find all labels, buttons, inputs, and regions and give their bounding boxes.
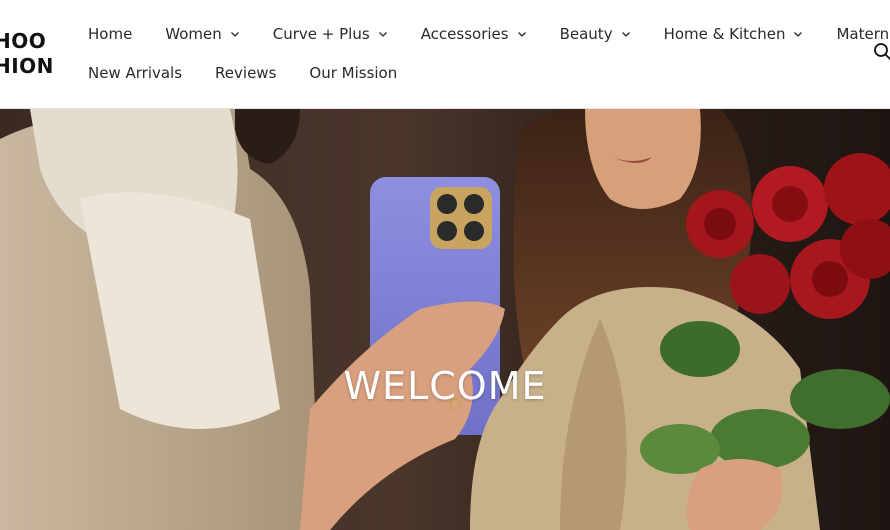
nav-women[interactable]: Women xyxy=(165,25,239,43)
nav-home-kitchen[interactable]: Home & Kitchen xyxy=(664,25,804,43)
logo-line-1: HOO xyxy=(0,29,47,53)
nav-label: Home xyxy=(88,25,133,43)
hero-banner[interactable]: WELCOME xyxy=(0,109,890,530)
nav-curve-plus[interactable]: Curve + Plus xyxy=(273,25,388,43)
nav-maternity[interactable]: Maternity xyxy=(836,25,890,43)
chevron-down-icon xyxy=(378,29,388,39)
nav-label: Maternity xyxy=(836,25,890,43)
chevron-down-icon xyxy=(621,29,631,39)
nav-label: New Arrivals xyxy=(88,64,183,82)
nav-label: Accessories xyxy=(420,25,509,43)
nav-reviews[interactable]: Reviews xyxy=(215,64,276,82)
nav-beauty[interactable]: Beauty xyxy=(560,25,631,43)
nav-row-primary: Home Women Curve + Plus Accessories Beau… xyxy=(88,22,890,46)
nav-label: Reviews xyxy=(215,64,277,82)
nav-new-arrivals[interactable]: New Arrivals xyxy=(88,64,182,82)
hero-heading: WELCOME xyxy=(343,364,547,409)
chevron-down-icon xyxy=(517,29,527,39)
main-navigation: Home Women Curve + Plus Accessories Beau… xyxy=(88,22,890,82)
chevron-down-icon xyxy=(793,29,803,39)
site-header: HOO HION Home Women Curve + Plus Accesso… xyxy=(0,0,890,109)
logo-line-2: HION xyxy=(0,54,54,78)
search-icon[interactable] xyxy=(873,42,890,62)
nav-accessories[interactable]: Accessories xyxy=(421,25,527,43)
nav-label: Women xyxy=(165,25,222,43)
nav-row-secondary: New Arrivals Reviews Our Mission xyxy=(88,61,397,85)
nav-our-mission[interactable]: Our Mission xyxy=(309,64,397,82)
hero-image xyxy=(0,109,890,530)
chevron-down-icon xyxy=(230,29,240,39)
nav-label: Beauty xyxy=(559,25,613,43)
brand-logo[interactable]: HOO HION xyxy=(0,29,54,79)
nav-label: Our Mission xyxy=(309,64,398,82)
nav-label: Curve + Plus xyxy=(272,25,370,43)
nav-home[interactable]: Home xyxy=(88,25,132,43)
nav-label: Home & Kitchen xyxy=(663,25,786,43)
